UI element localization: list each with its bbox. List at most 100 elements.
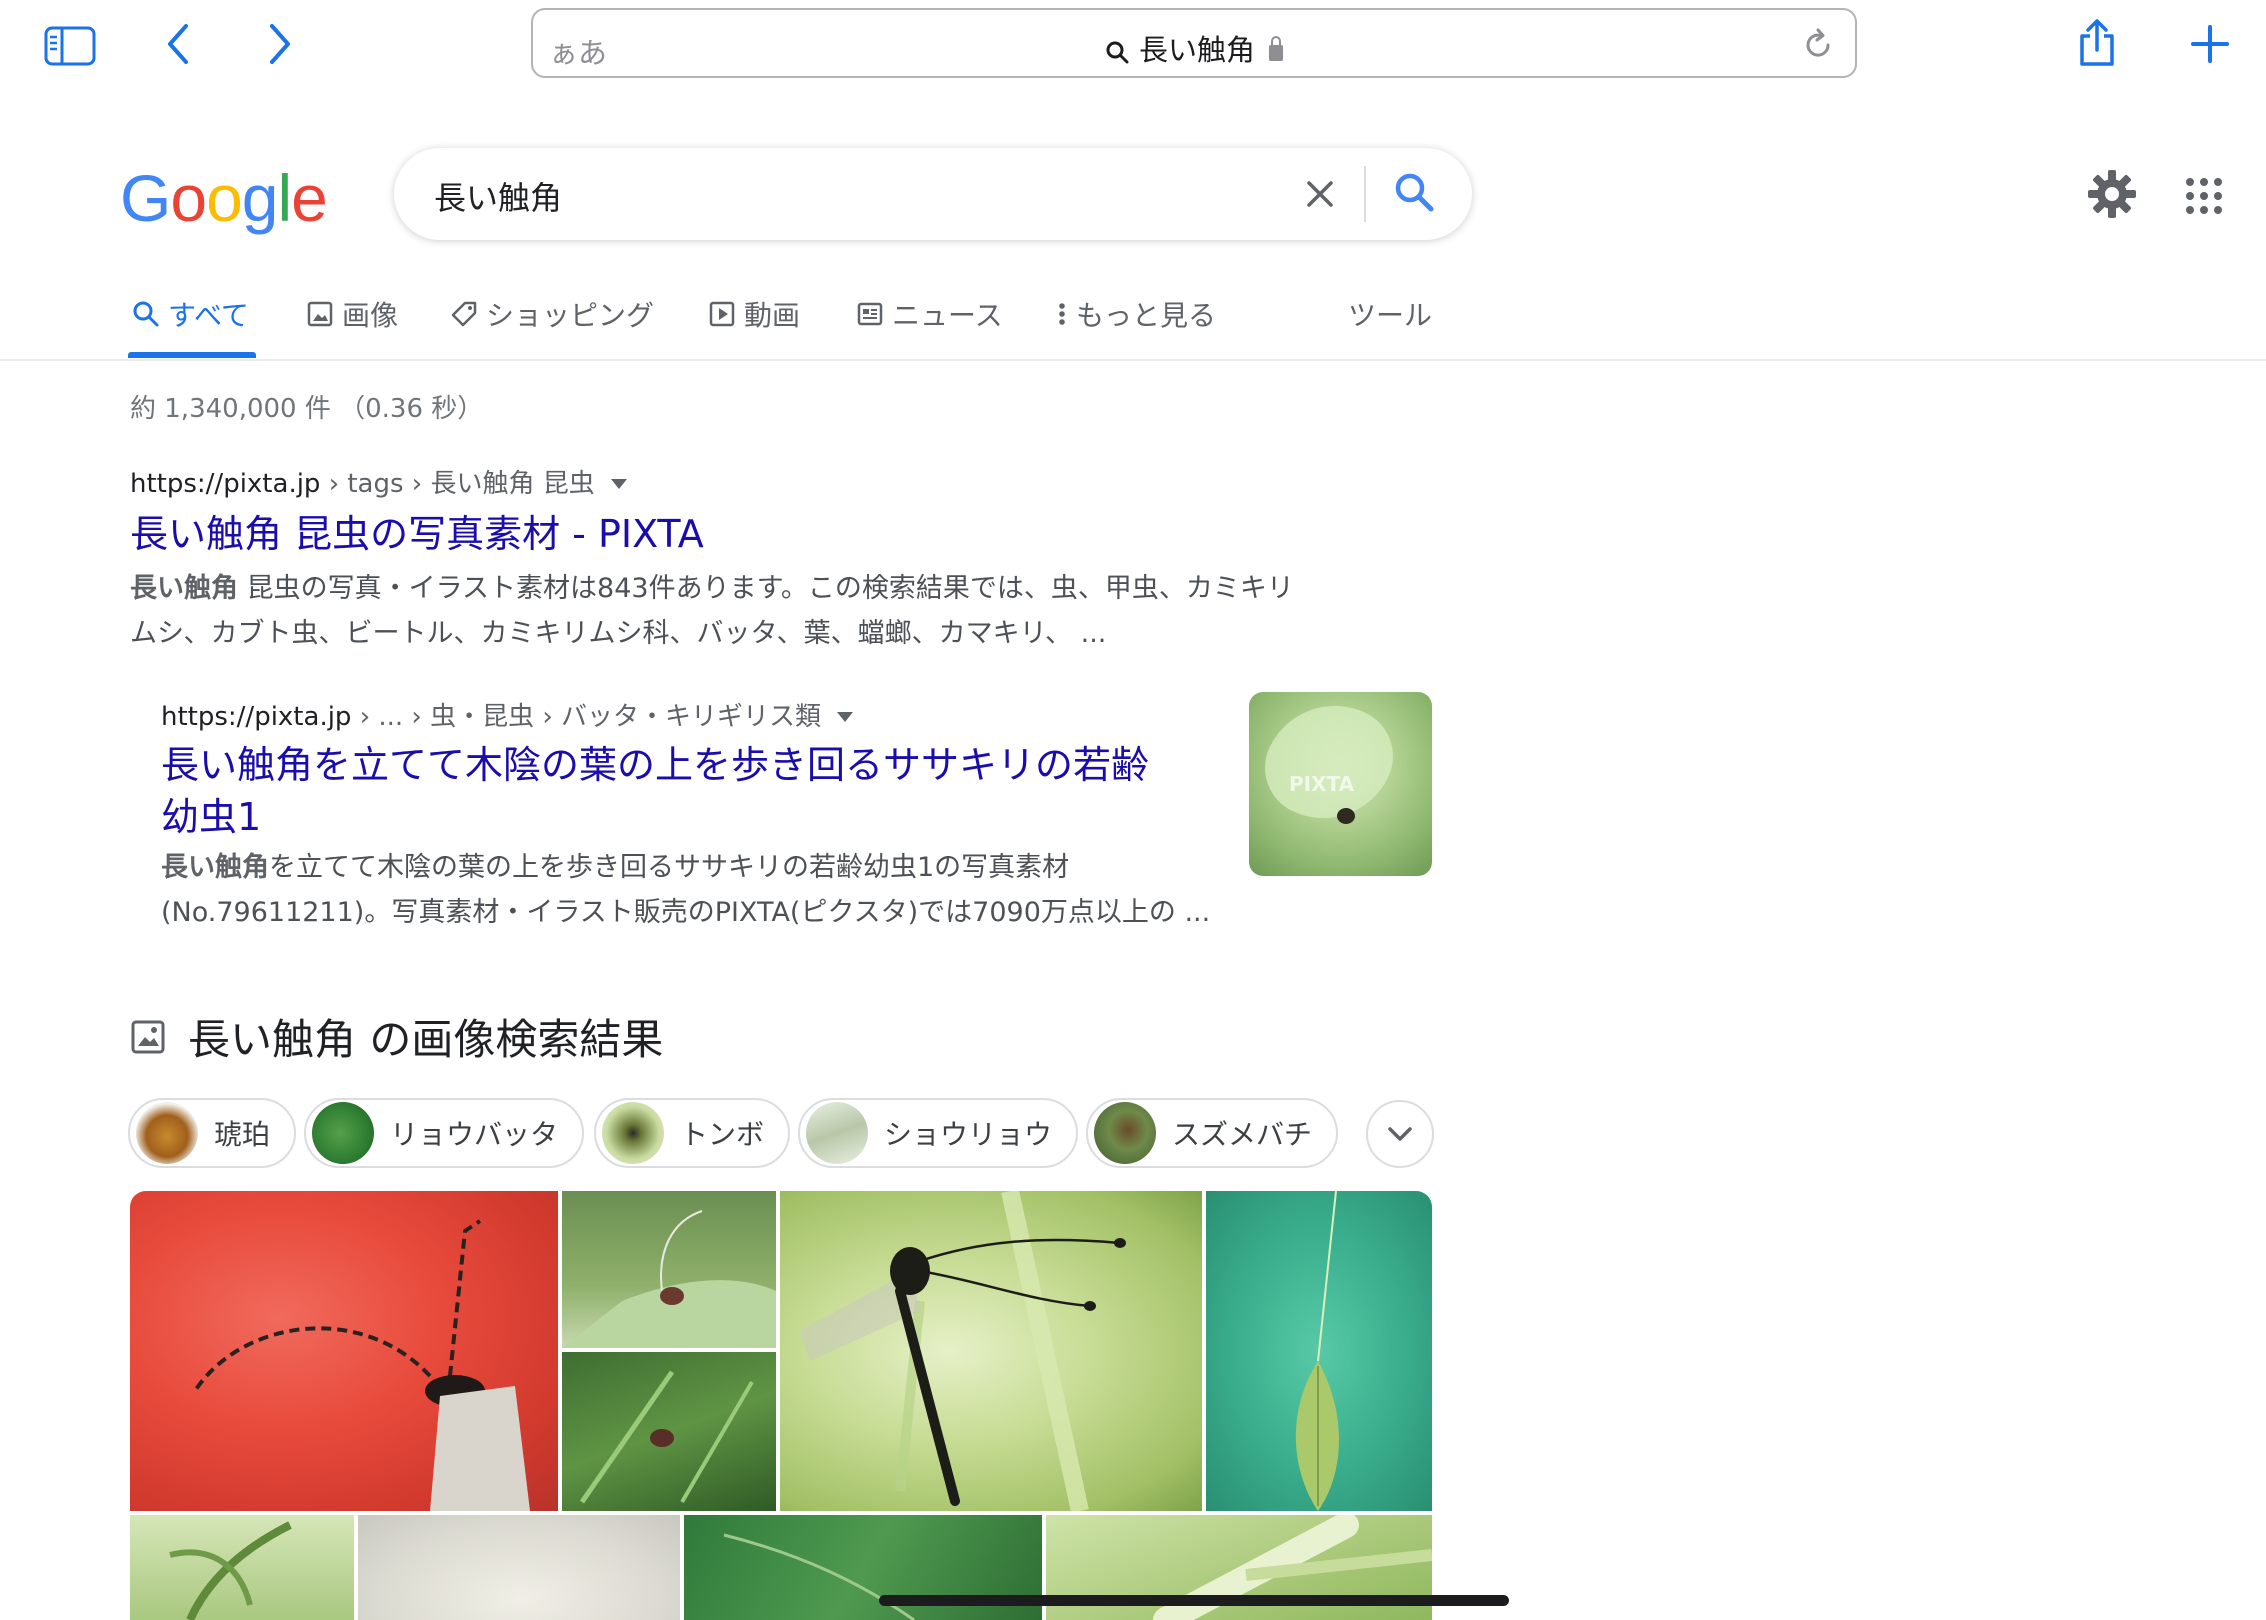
tab-videos[interactable]: 動画 bbox=[708, 294, 800, 334]
tab-news[interactable]: ニュース bbox=[856, 294, 1003, 334]
result-1-title[interactable]: 長い触角 昆虫の写真素材 - PIXTA bbox=[130, 508, 704, 560]
watermark: PIXTA bbox=[1289, 772, 1355, 796]
snippet-text: を立てて木陰の葉の上を歩き回るササキリの若齢幼虫1の写真素材 bbox=[269, 852, 1070, 883]
tab-label: ツール bbox=[1348, 299, 1433, 332]
chip-label: リョウバッタ bbox=[390, 1118, 559, 1151]
tab-label: 動画 bbox=[744, 299, 801, 332]
url-path: › tags › 長い触角 昆虫 bbox=[320, 469, 595, 499]
insect-image bbox=[1337, 808, 1355, 824]
tab-label: 画像 bbox=[342, 299, 399, 332]
chip-label: ショウリョウ bbox=[884, 1118, 1053, 1151]
caret-down-icon[interactable] bbox=[610, 479, 627, 489]
forward-icon[interactable] bbox=[268, 22, 292, 66]
image-tile[interactable] bbox=[130, 1515, 354, 1620]
logo-letter: e bbox=[291, 161, 328, 235]
chip[interactable]: 琥珀 bbox=[128, 1098, 297, 1168]
share-icon[interactable] bbox=[2076, 18, 2118, 68]
image-tile[interactable] bbox=[562, 1191, 776, 1348]
chevron-down-icon bbox=[1388, 1127, 1412, 1141]
image-icon bbox=[307, 301, 333, 327]
chip-label: スズメバチ bbox=[1172, 1118, 1313, 1151]
dragonfly-image bbox=[800, 1191, 1126, 1511]
tab-shopping[interactable]: ショッピング bbox=[450, 294, 654, 334]
chip-thumb bbox=[312, 1102, 374, 1164]
clear-icon[interactable] bbox=[1300, 174, 1340, 218]
title-line: 幼虫1 bbox=[161, 795, 262, 839]
image-tile[interactable] bbox=[562, 1352, 776, 1511]
chip-thumb bbox=[1094, 1102, 1156, 1164]
apps-grid-icon[interactable] bbox=[2186, 178, 2222, 214]
search-input[interactable]: 長い触角 bbox=[434, 173, 562, 219]
longhorn-beetle-image bbox=[193, 1219, 530, 1511]
more-vert-icon bbox=[1059, 303, 1065, 325]
chip[interactable]: ショウリョウ bbox=[798, 1098, 1079, 1168]
snippet-bold: 長い触角 bbox=[130, 573, 238, 604]
url-host: https://pixta.jp bbox=[130, 469, 321, 499]
logo-letter: o bbox=[206, 161, 243, 235]
active-tab-indicator bbox=[128, 352, 256, 358]
katydid-image bbox=[1295, 1191, 1339, 1511]
tab-label: すべて bbox=[168, 299, 249, 332]
snippet-text: ムシ、カブト虫、ビートル、カミキリムシ科、バッタ、葉、蟷螂、カマキリ、 ... bbox=[130, 618, 1107, 649]
search-divider bbox=[1364, 166, 1366, 222]
logo-letter: o bbox=[170, 161, 207, 235]
url-path: › ... › 虫・昆虫 › バッタ・キリギリス類 bbox=[351, 702, 822, 732]
tab-more[interactable]: もっと見る bbox=[1056, 294, 1216, 334]
chip[interactable]: リョウバッタ bbox=[304, 1098, 585, 1168]
back-icon[interactable] bbox=[166, 22, 190, 66]
chip[interactable]: トンボ bbox=[594, 1098, 791, 1168]
result-2-thumbnail[interactable]: PIXTA bbox=[1249, 692, 1432, 876]
url-host: https://pixta.jp bbox=[161, 702, 352, 732]
result-2-title[interactable]: 長い触角を立てて木陰の葉の上を歩き回るササキリの若齢 幼虫1 bbox=[161, 739, 1221, 843]
title-line: 長い触角を立てて木陰の葉の上を歩き回るササキリの若齢 bbox=[161, 743, 1150, 787]
chip-thumb bbox=[806, 1102, 868, 1164]
lock-icon bbox=[1269, 36, 1283, 61]
snippet-bold: 長い触角 bbox=[161, 852, 269, 883]
reload-icon[interactable] bbox=[1801, 28, 1835, 66]
address-bar[interactable]: ぁあ 長い触角 bbox=[531, 8, 1857, 78]
insect-on-leaf-image bbox=[562, 1210, 776, 1348]
image-tile[interactable] bbox=[780, 1191, 1202, 1511]
logo-letter: g bbox=[241, 161, 279, 235]
settings-gear-icon[interactable] bbox=[2086, 168, 2138, 224]
tab-images[interactable]: 画像 bbox=[306, 294, 398, 334]
tab-tools[interactable]: ツール bbox=[1348, 294, 1432, 334]
tab-label: ニュース bbox=[892, 299, 1003, 332]
image-results-heading[interactable]: 長い触角 の画像検索結果 bbox=[130, 1006, 663, 1067]
video-icon bbox=[709, 301, 735, 327]
new-tab-icon[interactable] bbox=[2190, 24, 2230, 64]
chip-label: トンボ bbox=[680, 1118, 765, 1151]
snippet-text: (No.79611211)。写真素材・イラスト販売のPIXTA(ピクスタ)では7… bbox=[161, 897, 1211, 928]
caret-down-icon[interactable] bbox=[837, 712, 854, 722]
tab-all[interactable]: すべて bbox=[132, 294, 249, 334]
image-icon bbox=[131, 1020, 165, 1053]
chip-thumb bbox=[136, 1102, 198, 1164]
address-text: 長い触角 bbox=[533, 27, 1855, 69]
tab-label: もっと見る bbox=[1076, 299, 1217, 332]
snippet-text: 昆虫の写真・イラスト素材は843件あります。この検索結果では、虫、甲虫、カミキリ bbox=[238, 573, 1294, 604]
chip-label: 琥珀 bbox=[214, 1118, 271, 1151]
tag-icon bbox=[451, 301, 477, 327]
sidebar-toggle-icon[interactable] bbox=[44, 26, 96, 66]
logo-letter: l bbox=[277, 161, 293, 235]
search-box[interactable]: 長い触角 bbox=[394, 148, 1472, 240]
image-tile[interactable] bbox=[130, 1191, 558, 1511]
heading-text: 長い触角 の画像検索結果 bbox=[188, 1015, 664, 1064]
search-icon bbox=[133, 301, 159, 327]
image-tile[interactable] bbox=[358, 1515, 680, 1620]
chip[interactable]: スズメバチ bbox=[1086, 1098, 1339, 1168]
tab-label: ショッピング bbox=[486, 299, 655, 332]
chip-thumb bbox=[602, 1102, 664, 1164]
chips-expand-button[interactable] bbox=[1366, 1100, 1434, 1168]
result-1-url[interactable]: https://pixta.jp › tags › 長い触角 昆虫 bbox=[130, 463, 627, 500]
image-tile[interactable] bbox=[1206, 1191, 1432, 1511]
google-logo[interactable]: Google bbox=[120, 160, 328, 236]
search-submit-icon[interactable] bbox=[1392, 170, 1436, 218]
search-icon bbox=[1106, 41, 1129, 64]
news-icon bbox=[857, 302, 883, 326]
result-2-url[interactable]: https://pixta.jp › ... › 虫・昆虫 › バッタ・キリギリ… bbox=[161, 696, 854, 733]
insect-on-fern-image bbox=[579, 1370, 754, 1504]
home-indicator bbox=[879, 1595, 1509, 1606]
result-2-snippet: 長い触角を立てて木陰の葉の上を歩き回るササキリの若齢幼虫1の写真素材 (No.7… bbox=[161, 845, 1231, 935]
logo-letter: G bbox=[120, 161, 171, 235]
